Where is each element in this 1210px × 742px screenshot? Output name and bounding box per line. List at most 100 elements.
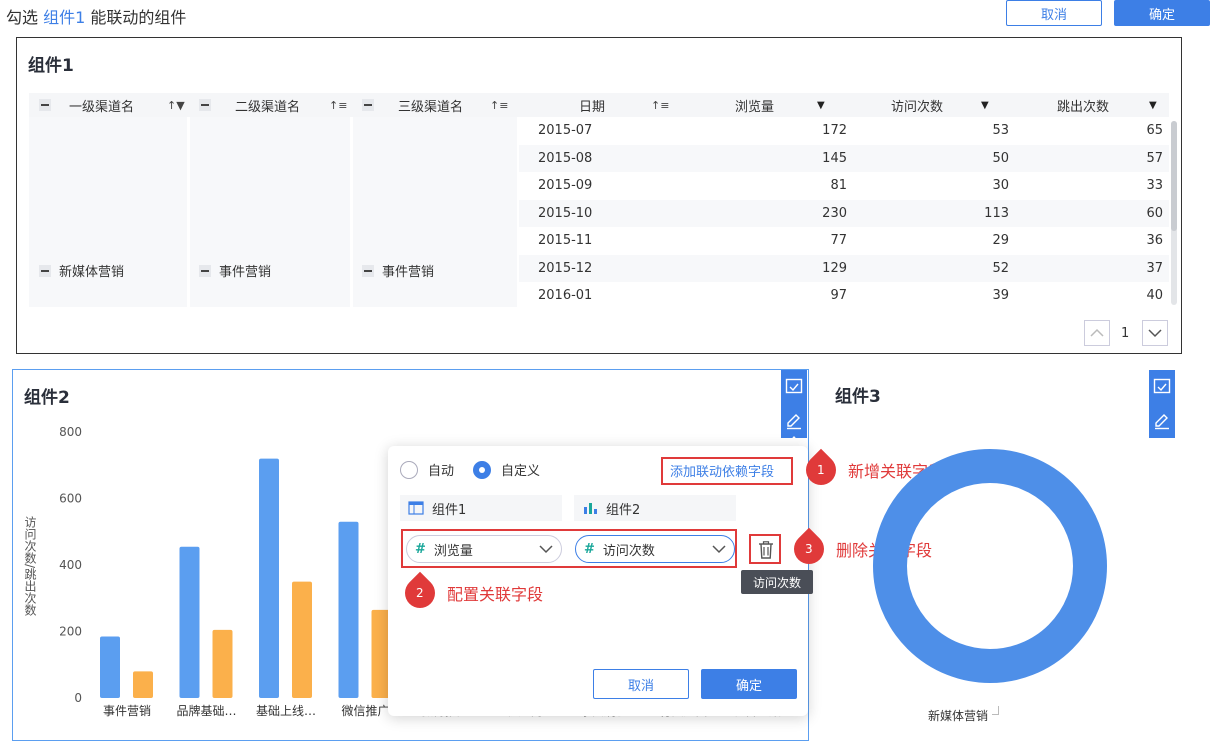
page-title: 勾选 组件1 能联动的组件 <box>6 4 186 28</box>
title-prefix: 勾选 <box>6 8 39 27</box>
caret-down-icon[interactable]: ▼ <box>817 100 825 111</box>
callout-marker: 2 <box>398 571 442 615</box>
top-bar: 勾选 组件1 能联动的组件 取消 确定 <box>0 0 1210 30</box>
header-col-views[interactable]: 浏览量 ▼ <box>735 93 835 117</box>
bar-visits[interactable] <box>259 458 279 698</box>
annotation-box-add <box>661 457 793 485</box>
header-col-2[interactable]: 二级渠道名 ↑≡ <box>199 93 349 117</box>
page-down-button[interactable] <box>1142 320 1168 346</box>
cell-value: 145 <box>822 150 847 166</box>
y-tick-label: 800 <box>59 425 82 439</box>
x-tick-label: 微信推广 <box>341 704 389 718</box>
sort-icon[interactable]: ↑≡ <box>490 99 508 112</box>
callout-marker: 3 <box>787 527 831 571</box>
page-up-button[interactable] <box>1084 320 1110 346</box>
cell-value: 33 <box>1146 178 1163 194</box>
collapse-icon[interactable] <box>362 264 374 277</box>
top-cancel-button[interactable]: 取消 <box>1006 0 1102 26</box>
title-highlight: 组件1 <box>43 8 86 27</box>
header-col-visits[interactable]: 访问次数 ▼ <box>891 93 1001 117</box>
donut-legend-label: 新媒体营销 <box>928 709 989 723</box>
cell-date: 2015-07 <box>538 123 593 139</box>
cell-value: 52 <box>992 260 1009 276</box>
cell-value: 97 <box>830 288 847 304</box>
table-header: 一级渠道名 ↑▼ 二级渠道名 ↑≡ 三级渠道名 ↑≡ 日期 ↑≡ 浏览量 ▼ 访… <box>29 93 1169 117</box>
collapse-icon[interactable] <box>362 99 374 111</box>
bar-chart-icon <box>584 503 597 514</box>
collapse-icon[interactable] <box>199 99 211 111</box>
delete-tooltip: 访问次数 <box>741 570 813 594</box>
widget1-title: 组件1 <box>28 56 74 76</box>
title-suffix: 能联动的组件 <box>90 8 187 27</box>
x-tick-label: 事件营销 <box>103 704 151 718</box>
callout-marker: 1 <box>799 448 843 492</box>
bar-visits[interactable] <box>179 546 200 698</box>
cell-value: 53 <box>992 123 1009 139</box>
radio-circle[interactable] <box>473 460 491 479</box>
donut-ring[interactable] <box>873 449 1107 683</box>
widget1-panel[interactable]: 组件1 一级渠道名 ↑▼ 二级渠道名 ↑≡ 三级渠道名 ↑≡ 日期 ↑≡ 浏览量… <box>16 37 1182 354</box>
collapse-icon[interactable] <box>39 99 51 111</box>
cell-value: 65 <box>1146 123 1163 139</box>
cell-value: 113 <box>984 205 1009 221</box>
cell-date: 2015-12 <box>538 260 593 276</box>
popup-confirm-button[interactable]: 确定 <box>701 669 797 699</box>
y-tick-label: 400 <box>59 558 82 572</box>
header-col-1[interactable]: 一级渠道名 ↑▼ <box>39 93 189 117</box>
edit-icon[interactable] <box>1149 404 1175 438</box>
page-number: 1 <box>1121 326 1130 341</box>
cell-value: 30 <box>992 178 1009 194</box>
radio-circle[interactable] <box>400 460 418 479</box>
cell-value: 39 <box>992 288 1009 304</box>
cell-value: 36 <box>1146 233 1163 249</box>
collapse-icon[interactable] <box>39 264 51 277</box>
cell-value: 77 <box>830 233 847 249</box>
scrollbar-thumb[interactable] <box>1171 121 1177 231</box>
x-tick-label: 品牌基础… <box>176 704 236 718</box>
bar-visits[interactable] <box>100 636 120 698</box>
dim-cell-1: 新媒体营销 <box>39 261 124 280</box>
bar-bounces[interactable] <box>212 629 233 698</box>
bar-visits[interactable] <box>338 521 359 698</box>
annotation-box-fields <box>401 529 737 568</box>
annotation-box-delete <box>749 534 781 564</box>
cell-value: 172 <box>822 123 847 139</box>
chevron-down-icon <box>1148 329 1162 338</box>
link-check-icon[interactable] <box>1149 370 1175 404</box>
bar-bounces[interactable] <box>292 581 312 698</box>
cell-value: 57 <box>1146 150 1163 166</box>
cell-date: 2015-09 <box>538 178 593 194</box>
caret-down-icon[interactable]: ▼ <box>1149 100 1157 111</box>
sort-icon[interactable]: ↑≡ <box>329 99 347 112</box>
bar-bounces[interactable] <box>133 671 153 698</box>
donut-chart <box>873 449 1107 683</box>
sort-icon[interactable]: ↑≡ <box>651 99 669 112</box>
cell-value: 37 <box>1146 260 1163 276</box>
widget2-title: 组件2 <box>24 388 70 408</box>
cell-value: 81 <box>830 178 847 194</box>
header-col-bounces[interactable]: 跳出次数 ▼ <box>1057 93 1167 117</box>
x-tick-label: 基础上线… <box>256 704 316 718</box>
table-scrollbar[interactable] <box>1171 121 1177 305</box>
radio-auto[interactable]: 自动 <box>400 460 454 479</box>
legend-corner <box>992 706 999 715</box>
link-check-icon[interactable] <box>781 370 807 404</box>
callout-2: 2 配置关联字段 <box>398 571 543 615</box>
header-col-date[interactable]: 日期 ↑≡ <box>579 93 689 117</box>
widget3-toolbar <box>1149 370 1175 438</box>
cell-value: 230 <box>822 205 847 221</box>
sort-icon[interactable]: ↑▼ <box>167 99 185 112</box>
popup-cancel-button[interactable]: 取消 <box>593 669 689 699</box>
collapse-icon[interactable] <box>199 264 211 277</box>
header-col-3[interactable]: 三级渠道名 ↑≡ <box>362 93 522 117</box>
y-tick-label: 0 <box>74 691 82 705</box>
radio-custom[interactable]: 自定义 <box>473 460 540 479</box>
caret-down-icon[interactable]: ▼ <box>981 100 989 111</box>
y-tick-label: 200 <box>59 625 82 639</box>
top-confirm-button[interactable]: 确定 <box>1114 0 1210 26</box>
cell-value: 129 <box>822 260 847 276</box>
dim-cell-3: 事件营销 <box>362 261 434 280</box>
cell-date: 2016-01 <box>538 288 593 304</box>
chevron-up-icon <box>1090 328 1104 337</box>
dim-cell-2: 事件营销 <box>199 261 271 280</box>
